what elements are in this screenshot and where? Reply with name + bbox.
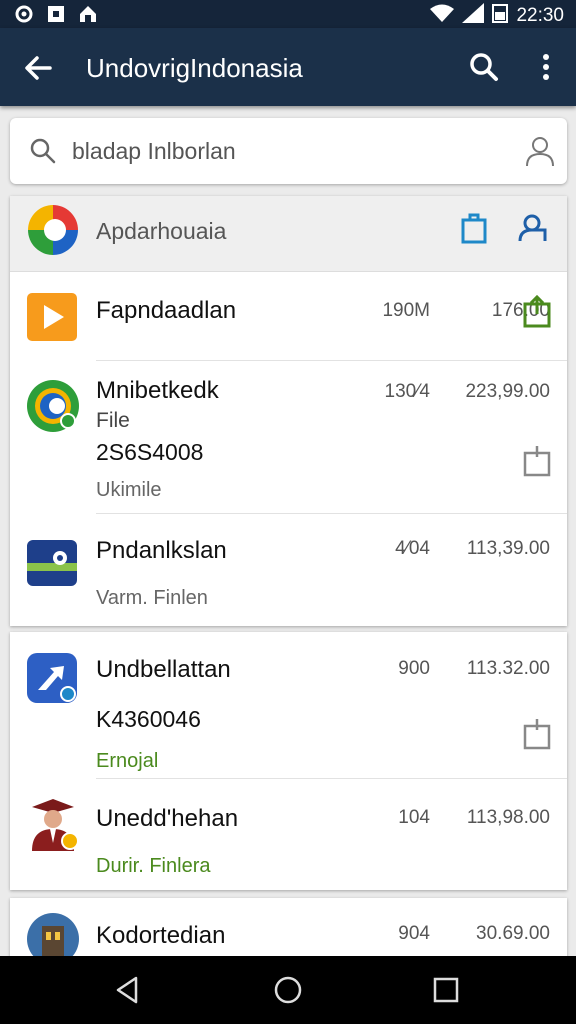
item-number: K4360046: [96, 706, 201, 732]
share-icon[interactable]: [459, 212, 489, 244]
app-list-card: Undbellattan K4360046 Ernojal 900 113.32…: [10, 632, 567, 890]
item-name: Pndanlkslan: [96, 537, 227, 564]
arrow-app-icon: [26, 652, 80, 706]
circle-app-icon: [26, 379, 80, 433]
search-input[interactable]: bladap Inlborlan: [10, 118, 567, 184]
user-chat-icon[interactable]: [517, 212, 549, 244]
item-subtitle: Durir. Finlera: [96, 855, 211, 877]
card-title: Apdarhouaia: [96, 218, 227, 244]
account-icon[interactable]: [524, 134, 556, 168]
item-name: Kodortedian: [96, 922, 226, 949]
settings-notification-icon: [14, 4, 34, 24]
signal-icon: [462, 3, 485, 28]
list-item[interactable]: Unedd'hehan Durir. Finlera 104 113,98.00: [10, 779, 567, 890]
home-notification-icon: [78, 4, 98, 24]
more-options-icon[interactable]: [526, 47, 566, 87]
list-item[interactable]: Fapndaadlan 190M 176.00: [10, 272, 567, 360]
battery-icon: [492, 3, 509, 28]
item-price: 30.69.00: [476, 923, 550, 944]
status-time: 22:30: [516, 4, 564, 26]
item-price: 113.32.00: [466, 658, 550, 679]
list-item[interactable]: Undbellattan K4360046 Ernojal 900 113.32…: [10, 632, 567, 778]
item-name: Mnibetkedk: [96, 377, 219, 404]
item-subtitle: Ernojal: [96, 750, 159, 772]
item-name: Fapndaadlan: [96, 297, 237, 324]
item-size: 900: [398, 658, 430, 679]
card-app-icon: [26, 536, 80, 590]
item-size: 190M: [382, 300, 430, 321]
search-query-text: bladap Inlborlan: [72, 138, 236, 164]
item-number: 2S6S4008: [96, 439, 204, 465]
back-arrow-icon[interactable]: [18, 48, 58, 88]
share-icon[interactable]: [522, 294, 552, 328]
portrait-app-icon: [26, 797, 80, 851]
item-file-label: File: [96, 409, 130, 432]
item-name: Undbellattan: [96, 656, 231, 683]
back-nav-icon[interactable]: [110, 972, 146, 1008]
wifi-icon: [430, 4, 455, 27]
play-app-icon: [26, 290, 80, 344]
search-icon: [28, 136, 58, 166]
square-notification-icon: [46, 4, 66, 24]
recents-nav-icon[interactable]: [428, 972, 464, 1008]
item-subtitle: Varm. Finlen: [96, 587, 208, 609]
app-bar: UndovrigIndonasia: [0, 28, 576, 106]
item-price: 113,39.00: [466, 538, 550, 559]
item-size: 904: [398, 923, 430, 944]
navigation-bar: [0, 956, 576, 1024]
list-item[interactable]: Mnibetkedk File 2S6S4008 Ukimile 130⁄4 2…: [10, 361, 567, 513]
status-bar: 22:30: [0, 0, 576, 28]
search-icon[interactable]: [464, 47, 504, 87]
item-subtitle: Ukimile: [96, 479, 162, 501]
list-item[interactable]: Pndanlkslan Varm. Finlen 4⁄04 113,39.00: [10, 514, 567, 626]
item-name: Unedd'hehan: [96, 805, 239, 832]
item-size: 104: [398, 807, 430, 828]
file-icon[interactable]: [522, 443, 552, 477]
item-price: 223,99.00: [465, 381, 550, 402]
home-nav-icon[interactable]: [270, 972, 306, 1008]
page-title: UndovrigIndonasia: [86, 53, 303, 83]
card-header: Apdarhouaia: [10, 196, 567, 272]
file-icon[interactable]: [522, 716, 552, 750]
item-size: 130⁄4: [384, 381, 430, 402]
item-size: 4⁄04: [395, 538, 430, 559]
app-list-card: Apdarhouaia Fapndaadlan 190M 176.00 Mnib…: [10, 196, 567, 626]
brand-logo-icon: [27, 204, 79, 256]
item-price: 113,98.00: [466, 807, 550, 828]
